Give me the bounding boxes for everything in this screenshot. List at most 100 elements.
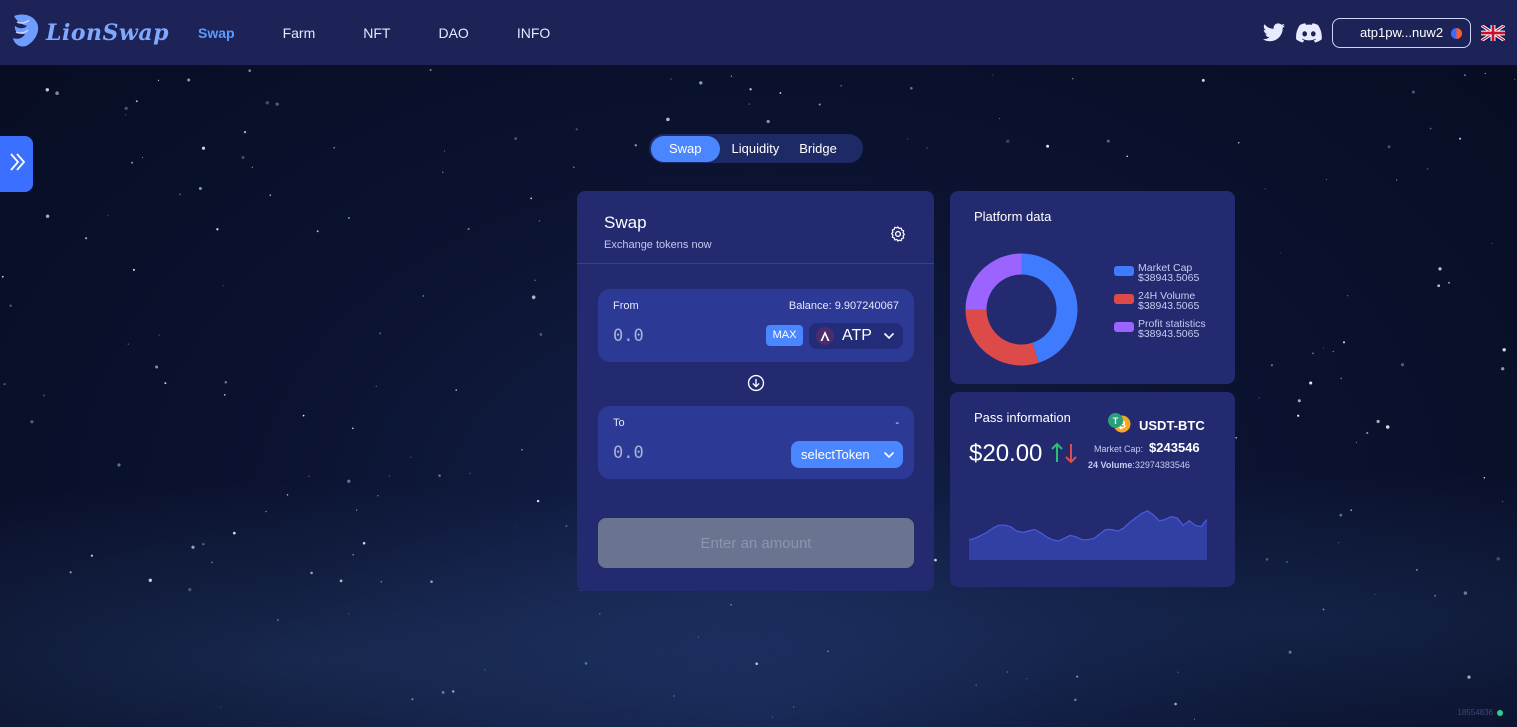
- star: [1046, 144, 1050, 148]
- star: [1264, 188, 1266, 190]
- star: [1270, 364, 1273, 367]
- build-id: 18554836: [1457, 708, 1503, 717]
- star: [538, 220, 541, 222]
- max-button[interactable]: MAX: [766, 325, 803, 346]
- to-token-box: To - selectToken: [598, 406, 914, 479]
- wallet-button[interactable]: atp1pw...nuw2: [1332, 17, 1471, 48]
- star: [1340, 377, 1342, 380]
- tab-swap[interactable]: Swap: [651, 135, 720, 162]
- star: [241, 155, 245, 160]
- wallet-avatar-icon: [1451, 27, 1462, 39]
- swap-subtitle: Exchange tokens now: [604, 239, 712, 251]
- platform-legend: Market Cap $38943.5065 24H Volume $38943…: [1114, 263, 1206, 347]
- star: [132, 268, 135, 271]
- star: [926, 147, 928, 149]
- logo-text: LionSwap: [46, 19, 169, 46]
- legend-value: $38943.5065: [1138, 272, 1200, 284]
- nav-swap[interactable]: Swap: [198, 25, 235, 41]
- gear-icon[interactable]: [889, 225, 907, 243]
- enter-amount-button[interactable]: Enter an amount: [598, 518, 914, 568]
- star: [749, 88, 752, 91]
- star: [248, 69, 251, 72]
- star: [766, 119, 770, 124]
- usdt-btc-pair-icon: ₿ T: [1107, 412, 1133, 439]
- platform-donut-chart: [965, 253, 1078, 366]
- star: [575, 128, 578, 131]
- twitter-icon[interactable]: [1262, 22, 1286, 43]
- pair-name: USDT-BTC: [1139, 418, 1205, 433]
- star: [1237, 141, 1240, 144]
- star: [222, 285, 224, 287]
- nav-farm[interactable]: Farm: [283, 25, 316, 41]
- star: [135, 100, 138, 103]
- star: [530, 197, 533, 200]
- arrow-down-icon: [1064, 442, 1078, 469]
- platform-title: Platform data: [974, 209, 1052, 224]
- svg-text:T: T: [1113, 416, 1119, 426]
- logo[interactable]: LionSwap: [8, 10, 178, 55]
- legend-swatch: [1114, 266, 1134, 276]
- volume-label: 24 Volume: [1088, 460, 1133, 470]
- switch-direction-icon[interactable]: [747, 374, 765, 392]
- build-id-text: 18554836: [1457, 708, 1493, 717]
- star: [779, 92, 782, 94]
- market-cap: Market Cap: $243546: [1094, 440, 1200, 455]
- from-amount-input[interactable]: [613, 324, 733, 348]
- star: [442, 171, 444, 173]
- star: [1395, 179, 1398, 181]
- star: [269, 194, 272, 196]
- legend-swatch: [1114, 322, 1134, 332]
- star: [666, 117, 670, 122]
- star: [179, 193, 181, 196]
- star: [265, 101, 270, 105]
- star: [155, 365, 159, 369]
- nav-info[interactable]: INFO: [517, 25, 550, 41]
- donut-slice-profit-statistics: [965, 253, 1022, 310]
- star: [125, 114, 127, 116]
- double-chevron-right-icon: [8, 151, 26, 178]
- tab-liquidity[interactable]: Liquidity: [722, 136, 790, 162]
- star: [347, 217, 350, 219]
- uk-flag-icon[interactable]: [1481, 24, 1505, 41]
- chevron-down-icon: [883, 332, 895, 340]
- legend-value: $38943.5065: [1138, 300, 1200, 312]
- star: [1, 275, 4, 278]
- star: [333, 146, 335, 149]
- star: [699, 81, 703, 85]
- arrow-up-icon: [1050, 442, 1064, 469]
- star: [1400, 363, 1405, 367]
- star: [131, 161, 134, 164]
- swap-card-header: Swap Exchange tokens now: [577, 191, 934, 264]
- sidebar-toggle-button[interactable]: [0, 136, 33, 192]
- nav-nft[interactable]: NFT: [363, 25, 390, 41]
- select-token-button[interactable]: selectToken: [791, 441, 903, 468]
- to-amount-input[interactable]: [613, 441, 733, 465]
- star: [1072, 78, 1074, 80]
- to-label: To: [613, 417, 625, 429]
- star: [1429, 127, 1432, 130]
- star: [198, 187, 202, 190]
- main-nav: Swap Farm NFT DAO INFO: [198, 25, 598, 41]
- star: [422, 295, 425, 297]
- token-pair: ₿ T USDT-BTC: [1107, 412, 1205, 439]
- star: [1459, 137, 1462, 140]
- star: [1438, 267, 1442, 271]
- star: [45, 88, 50, 92]
- nav-dao[interactable]: DAO: [438, 25, 468, 41]
- star: [1280, 252, 1281, 254]
- star: [907, 138, 908, 140]
- price-area-chart: [969, 510, 1207, 560]
- star: [634, 144, 638, 147]
- pass-information-card: Pass information ₿ T USDT-BTC $20.00 Mar…: [950, 392, 1235, 587]
- discord-icon[interactable]: [1296, 22, 1322, 43]
- tab-bridge[interactable]: Bridge: [789, 136, 847, 162]
- star: [1502, 348, 1506, 352]
- legend-swatch: [1114, 294, 1134, 304]
- area-fill: [969, 510, 1207, 560]
- star: [910, 87, 913, 90]
- from-token-select[interactable]: ATP: [809, 323, 903, 349]
- star: [1342, 341, 1346, 344]
- star: [55, 91, 59, 95]
- star: [85, 237, 88, 240]
- legend-item-profit: Profit statistics $38943.5065: [1114, 319, 1206, 339]
